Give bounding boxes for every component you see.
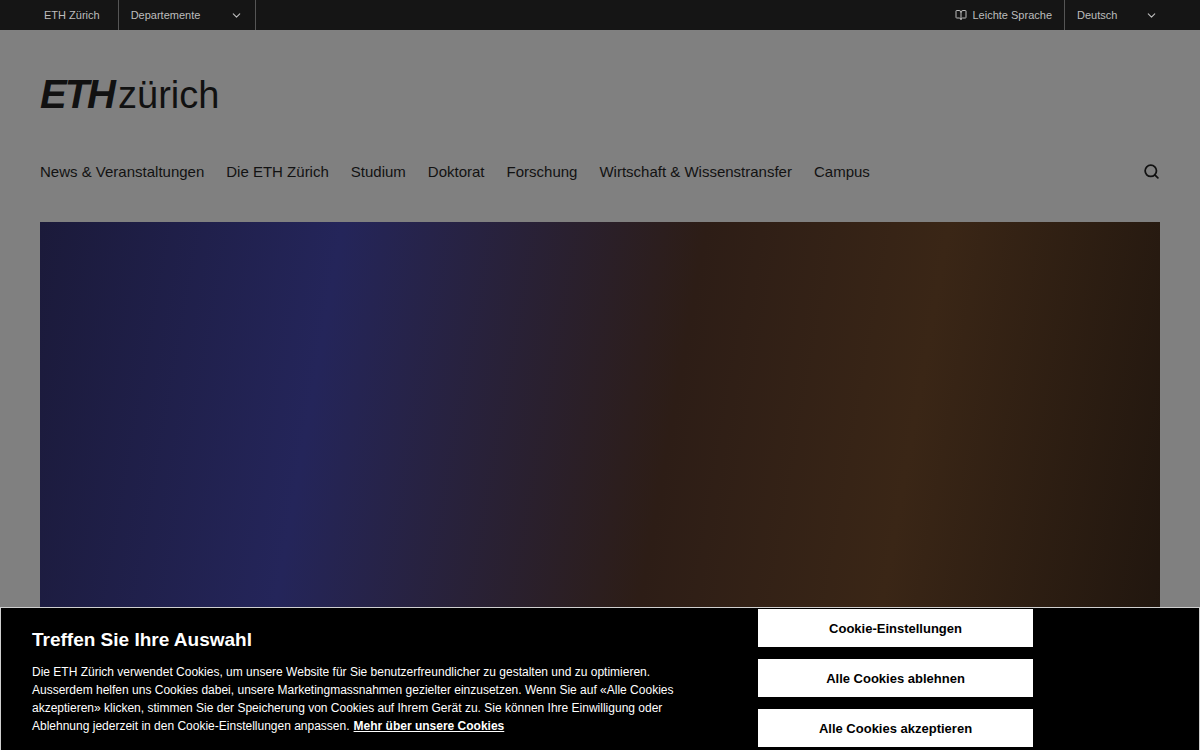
cookie-text: Die ETH Zürich verwendet Cookies, um uns… — [32, 663, 702, 735]
cookie-link[interactable]: Mehr über unsere Cookies — [354, 719, 505, 733]
top-bar-right: Leichte SpracheDeutsch — [943, 0, 1171, 30]
cookie-title: Treffen Sie Ihre Auswahl — [32, 629, 702, 651]
nav-item[interactable]: Campus — [814, 163, 870, 180]
eth-logo[interactable]: ETHzürich — [40, 74, 1160, 114]
nav-item[interactable]: Forschung — [507, 163, 578, 180]
top-bar-left: ETH ZürichDepartemente — [26, 0, 256, 30]
easy-language-link[interactable]: Leichte Sprache — [943, 0, 1065, 30]
cookie-button[interactable]: Alle Cookies akzeptieren — [758, 709, 1033, 747]
search-icon[interactable] — [1143, 163, 1160, 180]
book-icon — [955, 9, 967, 21]
nav-item[interactable]: News & Veranstaltungen — [40, 163, 204, 180]
cookie-button[interactable]: Cookie-Einstellungen — [758, 609, 1033, 647]
chevron-down-icon — [230, 9, 243, 22]
language-dropdown[interactable]: Deutsch — [1064, 0, 1170, 30]
header: ETHzürich News & Veranstaltungen Die ETH Z… — [0, 30, 1200, 182]
departments-dropdown[interactable]: Departemente — [118, 0, 256, 30]
nav-item[interactable]: Wirtschaft & Wissenstransfer — [599, 163, 792, 180]
nav-item[interactable]: Doktorat — [428, 163, 485, 180]
cookie-banner: Treffen Sie Ihre Auswahl Die ETH Zürich v… — [0, 607, 1200, 750]
home-link[interactable]: ETH Zürich — [26, 0, 118, 30]
top-bar: ETH ZürichDepartemente Leichte SpracheDeu… — [0, 0, 1200, 30]
main-nav: News & Veranstaltungen Die ETH Zürich Stud… — [40, 160, 1160, 182]
page: ETH ZürichDepartemente Leichte SpracheDeu… — [0, 0, 1200, 750]
nav-item[interactable]: Studium — [351, 163, 406, 180]
nav-item[interactable]: Die ETH Zürich — [226, 163, 329, 180]
cookie-buttons: Cookie-Einstellungen Alle Cookies ablehne… — [758, 609, 1033, 750]
nav-list: News & Veranstaltungen Die ETH Zürich Stud… — [40, 163, 870, 180]
cookie-text-column: Treffen Sie Ihre Auswahl Die ETH Zürich v… — [32, 609, 702, 750]
cookie-button[interactable]: Alle Cookies ablehnen — [758, 659, 1033, 697]
chevron-down-icon — [1145, 9, 1158, 22]
